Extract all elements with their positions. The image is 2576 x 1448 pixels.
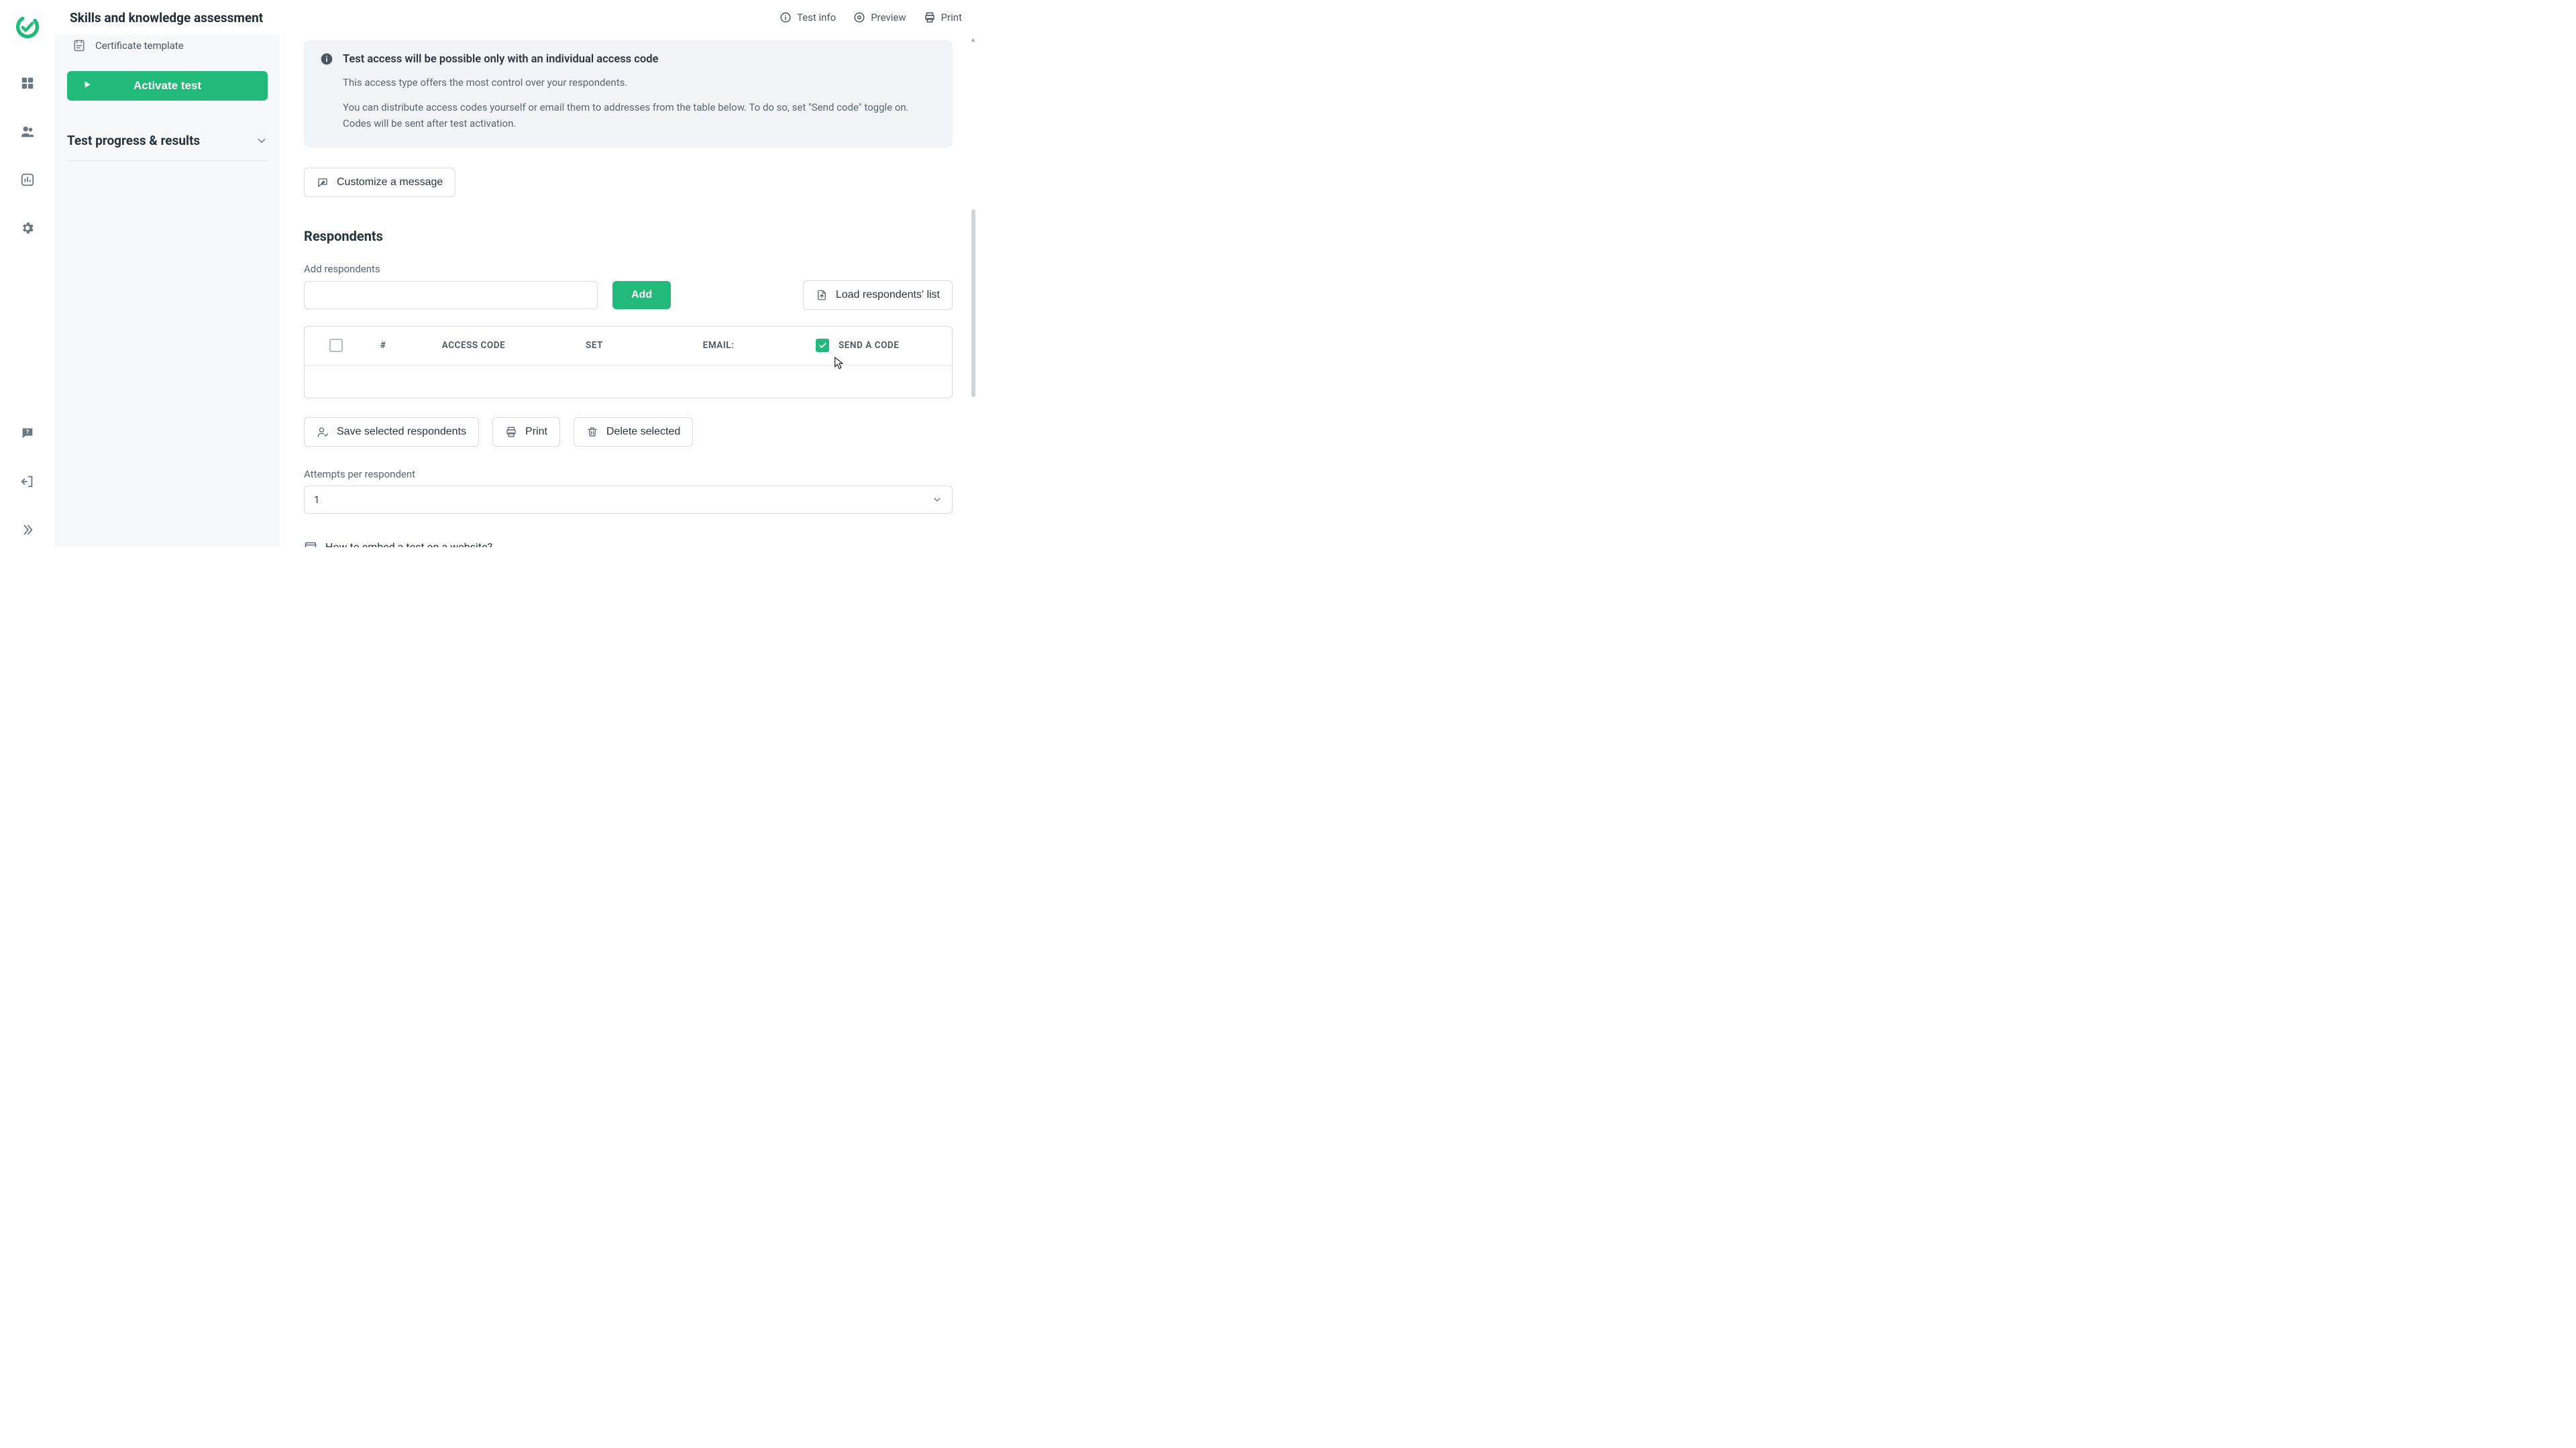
section-label: Test progress & results: [67, 133, 200, 148]
select-all-checkbox[interactable]: [329, 339, 343, 352]
test-info-label: Test info: [797, 11, 836, 23]
section-test-progress[interactable]: Test progress & results: [67, 133, 268, 161]
code-window-icon: [304, 541, 317, 547]
play-icon: [82, 79, 93, 93]
info-card: Test access will be possible only with a…: [304, 40, 953, 148]
info-p1: This access type offers the most control…: [343, 75, 936, 91]
print-label: Print: [941, 11, 962, 23]
add-respondents-label: Add respondents: [304, 263, 953, 275]
sidebar-item-label: Certificate template: [95, 40, 184, 52]
sidebar: Certificate template Activate test Test …: [55, 35, 280, 547]
analytics-icon[interactable]: [17, 169, 38, 190]
people-icon[interactable]: [17, 121, 38, 142]
message-edit-icon: [317, 176, 329, 188]
sidebar-item-certificate-template[interactable]: Certificate template: [67, 35, 268, 56]
page-title: Skills and knowledge assessment: [70, 10, 263, 25]
preview-button[interactable]: Preview: [853, 11, 906, 23]
preview-label: Preview: [871, 11, 906, 23]
attempts-value: 1: [314, 494, 319, 506]
svg-text:?: ?: [25, 429, 29, 436]
scroll-thumb[interactable]: [971, 209, 975, 397]
chevron-down-icon: [256, 135, 268, 147]
help-icon[interactable]: ?: [17, 423, 38, 444]
col-send-code: SEND A CODE: [789, 339, 944, 352]
col-email: EMAIL:: [648, 340, 789, 351]
scrollbar[interactable]: ▲: [970, 35, 977, 547]
info-body: This access type offers the most control…: [343, 75, 936, 131]
save-selected-label: Save selected respondents: [337, 426, 466, 438]
table-body-empty: [305, 366, 952, 398]
attempts-label: Attempts per respondent: [304, 468, 953, 480]
col-set: SET: [541, 340, 648, 351]
chevron-down-icon: [932, 494, 943, 505]
send-code-label: SEND A CODE: [839, 340, 899, 351]
print-button[interactable]: Print: [924, 11, 962, 23]
attempts-select[interactable]: 1: [304, 486, 953, 514]
gear-icon[interactable]: [17, 217, 38, 239]
customize-label: Customize a message: [337, 176, 443, 188]
load-list-label: Load respondents' list: [836, 289, 940, 301]
load-respondents-button[interactable]: Load respondents' list: [803, 280, 953, 310]
customize-message-button[interactable]: Customize a message: [304, 168, 455, 197]
col-access-code: ACCESS CODE: [407, 340, 541, 351]
respondents-heading: Respondents: [304, 228, 953, 244]
send-code-toggle-all[interactable]: [816, 339, 829, 352]
add-respondents-row: Add Load respondents' list: [304, 280, 953, 310]
delete-selected-button[interactable]: Delete selected: [574, 417, 693, 447]
main-content: Test access will be possible only with a…: [280, 35, 977, 547]
file-import-icon: [816, 289, 828, 301]
expand-rail-icon[interactable]: [17, 519, 38, 541]
embed-label: How to embed a test on a website?: [325, 541, 492, 547]
scroll-up-icon: ▲: [970, 36, 976, 44]
info-title: Test access will be possible only with a…: [343, 53, 658, 66]
delete-selected-label: Delete selected: [606, 426, 680, 438]
logout-icon[interactable]: [17, 471, 38, 492]
top-header: Skills and knowledge assessment Test inf…: [55, 0, 977, 35]
left-rail: ?: [0, 0, 55, 547]
table-header: # ACCESS CODE SET EMAIL: SEND A CODE: [305, 327, 952, 366]
user-save-icon: [317, 426, 329, 438]
respondents-table: # ACCESS CODE SET EMAIL: SEND A CODE: [304, 326, 953, 398]
test-info-button[interactable]: Test info: [780, 11, 836, 23]
table-actions: Save selected respondents Print Delete s…: [304, 417, 953, 447]
add-respondents-input[interactable]: [304, 281, 598, 309]
printer-icon: [505, 426, 517, 438]
add-button[interactable]: Add: [612, 281, 671, 309]
print-respondents-label: Print: [525, 426, 547, 438]
header-actions: Test info Preview Print: [780, 11, 962, 23]
dashboard-icon[interactable]: [17, 72, 38, 94]
trash-icon: [586, 426, 598, 438]
activate-test-button[interactable]: Activate test: [67, 71, 268, 101]
col-index: #: [360, 340, 407, 351]
add-label: Add: [631, 289, 652, 300]
info-icon: [320, 52, 333, 66]
info-p2: You can distribute access codes yourself…: [343, 100, 936, 131]
save-selected-button[interactable]: Save selected respondents: [304, 417, 479, 447]
embed-help-link[interactable]: How to embed a test on a website?: [304, 541, 953, 547]
app-logo: [15, 15, 40, 42]
print-respondents-button[interactable]: Print: [492, 417, 560, 447]
activate-label: Activate test: [133, 79, 201, 93]
